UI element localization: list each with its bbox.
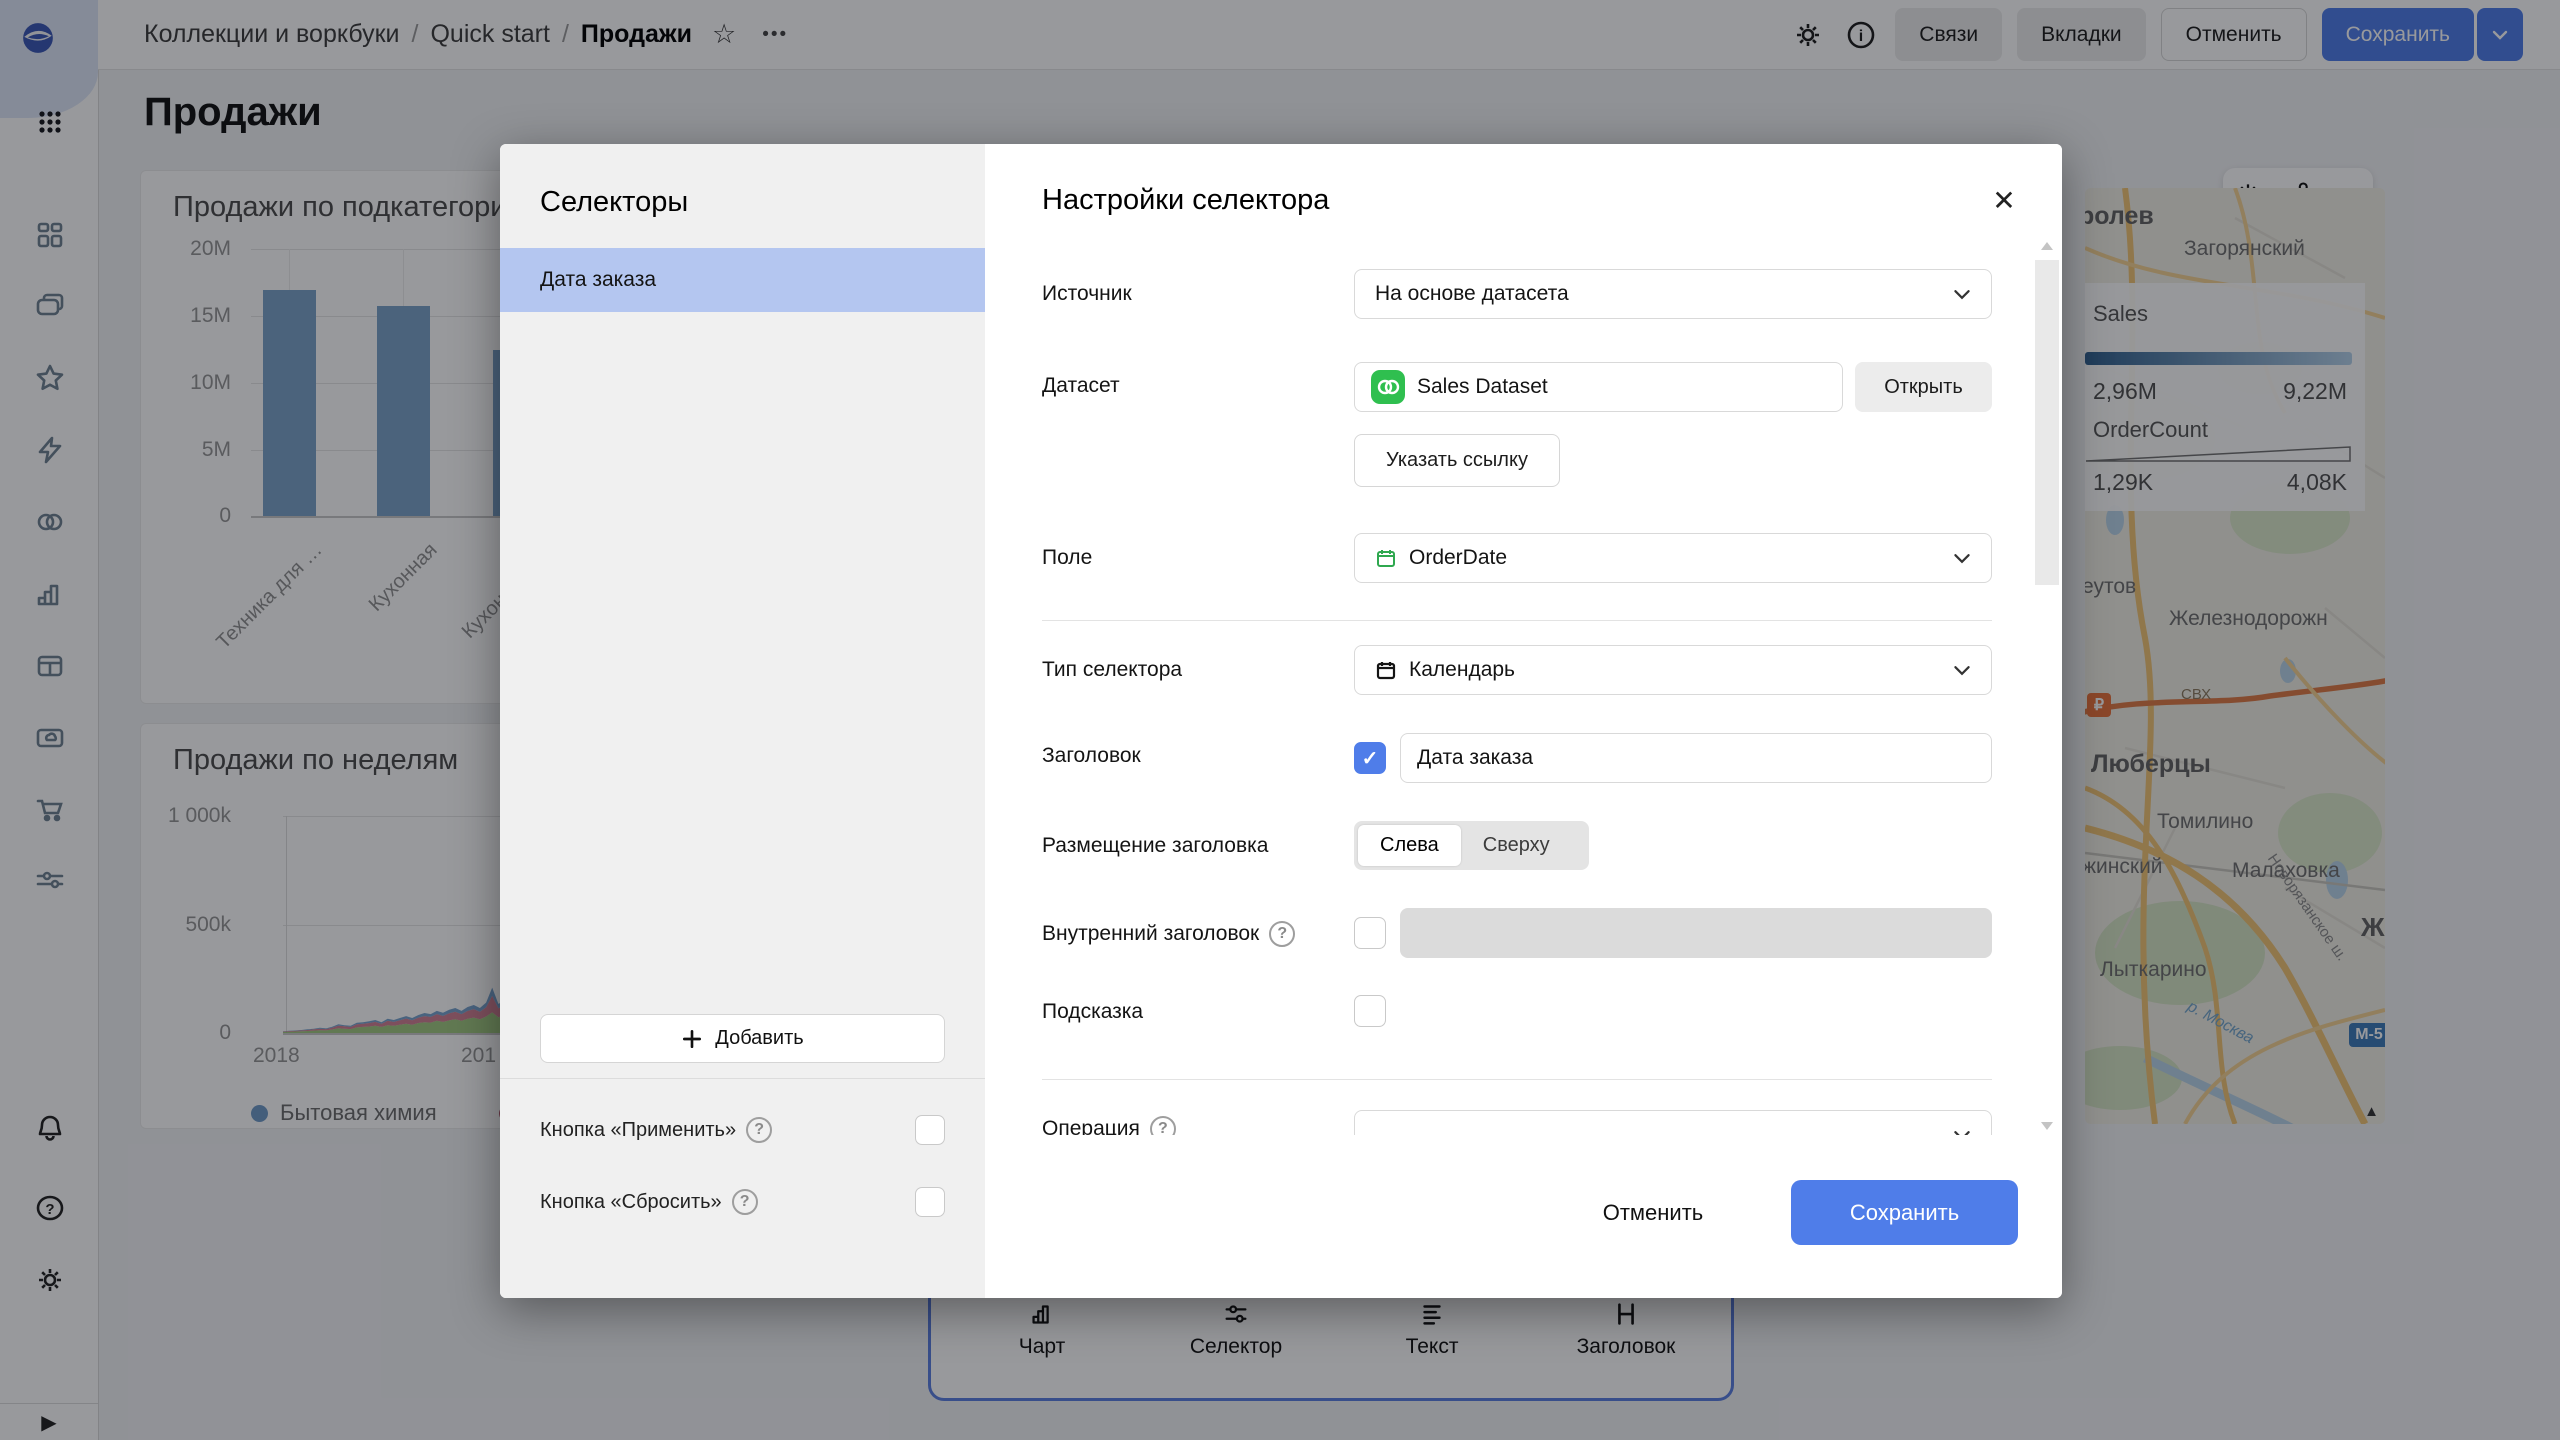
help-icon[interactable]: ? — [1269, 921, 1296, 947]
calendar-icon — [1376, 662, 1396, 680]
placement-option-top[interactable]: Сверху — [1461, 825, 1572, 866]
placement-option-left[interactable]: Слева — [1358, 825, 1461, 866]
scrollbar-thumb[interactable] — [2035, 260, 2059, 585]
operation-label-text: Операция — [1042, 1117, 1140, 1135]
help-icon[interactable]: ? — [1149, 1116, 1176, 1135]
dialog-title: Настройки селектора — [1042, 184, 1330, 216]
dialog-save-button[interactable]: Сохранить — [1791, 1180, 2018, 1245]
inner-title-checkbox[interactable] — [1354, 917, 1386, 949]
operation-select[interactable] — [1354, 1110, 1992, 1135]
field-select[interactable]: OrderDate — [1354, 533, 1992, 583]
plus-icon — [683, 1029, 702, 1048]
dialog-scrollbar[interactable] — [2034, 240, 2060, 1132]
open-dataset-button[interactable]: Открыть — [1855, 362, 1992, 412]
source-select[interactable]: На основе датасета — [1354, 269, 1992, 319]
inner-title-label: Внутренний заголовок ? — [1042, 921, 1296, 947]
add-selector-list-button[interactable]: Добавить — [540, 1014, 945, 1063]
source-label: Источник — [1042, 282, 1132, 305]
divider — [1042, 620, 1992, 621]
dataset-label: Датасет — [1042, 374, 1120, 397]
chevron-down-icon — [1954, 289, 1970, 299]
dataset-value: Sales Dataset — [1417, 375, 1548, 398]
title-input[interactable]: Дата заказа — [1400, 733, 1992, 783]
selector-type-value: Календарь — [1409, 658, 1515, 681]
title-placement-segmented: Слева Сверху — [1354, 821, 1589, 870]
help-icon[interactable]: ? — [731, 1189, 758, 1215]
selector-type-select[interactable]: Календарь — [1354, 645, 1992, 695]
chevron-down-icon — [1954, 665, 1970, 675]
add-button-label: Добавить — [715, 1027, 804, 1049]
divider — [1042, 1079, 1992, 1080]
source-value: На основе датасета — [1375, 282, 1569, 305]
selectors-list-panel: Селекторы Дата заказа Добавить Кнопка «П… — [500, 144, 985, 1298]
inner-title-input — [1400, 908, 1992, 958]
dataset-field[interactable]: Sales Dataset — [1354, 362, 1843, 412]
field-value: OrderDate — [1409, 546, 1508, 569]
settings-scroll-area: Настройки селектора Источник На основе д… — [985, 144, 2032, 1135]
operation-label: Операция ? — [1042, 1116, 1176, 1135]
close-dialog-button[interactable]: ✕ — [1986, 182, 2022, 218]
title-checkbox[interactable]: ✓ — [1354, 742, 1386, 774]
title-placement-label: Размещение заголовка — [1042, 834, 1269, 857]
help-icon[interactable]: ? — [746, 1117, 773, 1143]
selectors-panel-title: Селекторы — [540, 186, 689, 218]
dialog-cancel-button[interactable]: Отменить — [1598, 1180, 1708, 1245]
apply-button-row: Кнопка «Применить» ? — [540, 1110, 945, 1150]
check-icon: ✓ — [1361, 747, 1379, 770]
hint-checkbox[interactable] — [1354, 995, 1386, 1027]
dataset-icon — [1371, 370, 1405, 404]
scroll-up-icon[interactable] — [2041, 242, 2053, 250]
chevron-down-icon — [1954, 1130, 1970, 1135]
field-label: Поле — [1042, 546, 1093, 569]
title-label: Заголовок — [1042, 744, 1141, 767]
selector-type-label: Тип селектора — [1042, 658, 1183, 681]
apply-button-checkbox[interactable] — [915, 1115, 945, 1145]
selector-settings-dialog: Селекторы Дата заказа Добавить Кнопка «П… — [500, 144, 2062, 1298]
reset-button-row: Кнопка «Сбросить» ? — [540, 1182, 945, 1222]
chevron-down-icon — [1954, 553, 1970, 563]
specify-link-button[interactable]: Указать ссылку — [1354, 434, 1560, 487]
selector-list-item[interactable]: Дата заказа — [500, 248, 985, 312]
reset-button-checkbox[interactable] — [915, 1187, 945, 1217]
calendar-icon — [1377, 550, 1395, 567]
selector-settings-panel: Настройки селектора Источник На основе д… — [985, 144, 2062, 1298]
scroll-down-icon[interactable] — [2041, 1122, 2053, 1130]
inner-title-label-text: Внутренний заголовок — [1042, 922, 1260, 945]
apply-button-label: Кнопка «Применить» — [540, 1118, 737, 1141]
divider — [500, 1078, 985, 1079]
reset-button-label: Кнопка «Сбросить» — [540, 1190, 722, 1213]
hint-label: Подсказка — [1042, 1000, 1144, 1023]
